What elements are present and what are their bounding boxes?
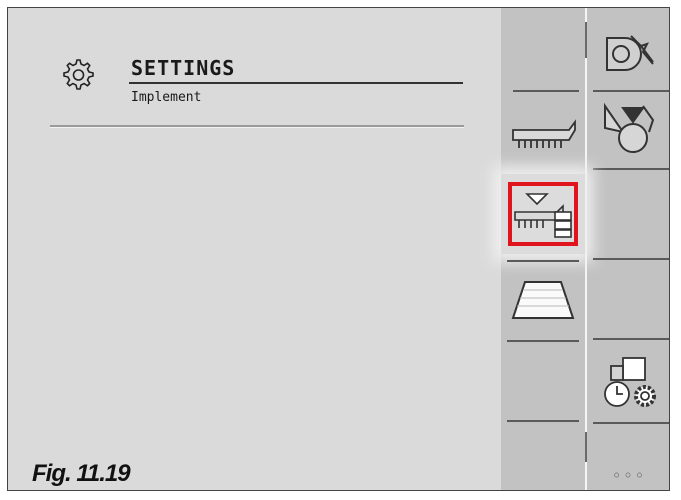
timer-settings-button[interactable] xyxy=(587,344,669,424)
seed-drill-icon xyxy=(512,119,576,148)
terminal-screen: SETTINGS Implement Fig. 11.19 ◦◦◦ xyxy=(7,7,670,491)
more-button[interactable]: ◦◦◦ xyxy=(587,428,669,490)
figure-caption: Fig. 11.19 xyxy=(32,460,131,487)
section-divider xyxy=(50,125,464,128)
page-subtitle: Implement xyxy=(131,90,202,105)
page-title: SETTINGS xyxy=(131,56,236,80)
seed-rate-icon xyxy=(606,35,654,71)
timer-settings-icon xyxy=(604,357,656,407)
seed-drill-button[interactable] xyxy=(501,92,585,172)
implement-config-button[interactable] xyxy=(501,174,585,254)
seed-rate-button[interactable] xyxy=(587,14,669,94)
more-dots-icon: ◦◦◦ xyxy=(611,465,647,485)
softkey-sidebar: ◦◦◦ xyxy=(501,8,669,490)
metering-unit-icon xyxy=(604,102,655,153)
gear-icon xyxy=(58,56,96,94)
metering-unit-button[interactable] xyxy=(587,92,669,172)
title-divider xyxy=(129,82,463,84)
selection-highlight xyxy=(508,182,578,246)
tramline-icon xyxy=(511,281,575,319)
tramline-button[interactable] xyxy=(501,260,585,340)
